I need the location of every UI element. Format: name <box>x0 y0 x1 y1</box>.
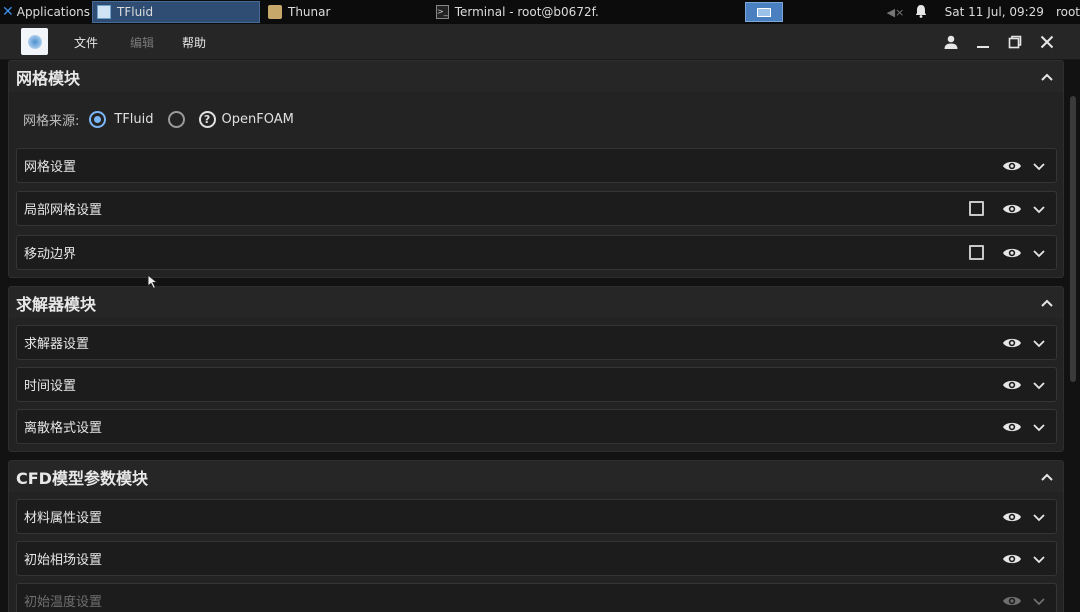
close-icon[interactable] <box>1038 33 1056 51</box>
user-account-icon[interactable] <box>942 33 960 51</box>
folder-icon <box>268 5 282 19</box>
solver-module-title: 求解器模块 <box>16 294 97 314</box>
mesh-settings-row[interactable]: 网格设置 <box>16 148 1057 183</box>
row-label: 局部网格设置 <box>24 203 103 218</box>
system-taskbar: ✕ Applications TFluid Thunar >_ Terminal… <box>0 0 1080 24</box>
chevron-down-icon[interactable] <box>1032 510 1046 524</box>
help-icon[interactable]: ? <box>198 110 216 128</box>
chevron-down-icon[interactable] <box>1032 378 1046 392</box>
solver-settings-row[interactable]: 求解器设置 <box>16 325 1057 360</box>
chevron-down-icon[interactable] <box>1032 159 1046 173</box>
row-label: 初始温度设置 <box>24 595 103 610</box>
taskbar-window-thunar[interactable]: Thunar <box>264 1 428 23</box>
main-content: 网格模块 网格来源: TFluid ? OpenFOAM 网格设置 局部网格设置 <box>0 60 1080 612</box>
vertical-scrollbar[interactable] <box>1070 96 1076 382</box>
clock[interactable]: Sat 11 Jul, 09:29 <box>945 5 1044 19</box>
time-settings-row[interactable]: 时间设置 <box>16 367 1057 402</box>
enable-checkbox[interactable] <box>969 201 984 216</box>
xfce-logo-icon: ✕ <box>2 4 14 20</box>
eye-icon[interactable] <box>1002 336 1022 350</box>
mesh-module-title: 网格模块 <box>16 68 81 88</box>
terminal-icon: >_ <box>436 5 449 19</box>
material-properties-row[interactable]: 材料属性设置 <box>16 499 1057 534</box>
row-label: 求解器设置 <box>24 337 90 352</box>
mouse-cursor-icon <box>147 274 159 290</box>
mesh-source-label: 网格来源: <box>23 113 80 129</box>
discretization-settings-row[interactable]: 离散格式设置 <box>16 409 1057 444</box>
menu-edit[interactable]: 编辑 <box>130 34 154 51</box>
menu-help[interactable]: 帮助 <box>182 34 206 51</box>
applications-label: Applications <box>16 5 91 19</box>
enable-checkbox[interactable] <box>969 245 984 260</box>
chevron-down-icon[interactable] <box>1032 246 1046 260</box>
chevron-down-icon[interactable] <box>1032 336 1046 350</box>
solver-module-header[interactable]: 求解器模块 <box>9 287 1063 318</box>
cfd-module-header[interactable]: CFD模型参数模块 <box>9 461 1063 492</box>
chevron-down-icon[interactable] <box>1032 202 1046 216</box>
initial-phase-field-row[interactable]: 初始相场设置 <box>16 541 1057 576</box>
cfd-module: CFD模型参数模块 材料属性设置 初始相场设置 初始温度设置 <box>8 460 1064 612</box>
app-icon <box>97 5 111 19</box>
taskbar-window-title: Thunar <box>288 5 331 19</box>
row-label: 材料属性设置 <box>24 511 103 526</box>
taskbar-window-tfluid[interactable]: TFluid <box>92 1 260 23</box>
row-label: 移动边界 <box>24 247 77 262</box>
chevron-up-icon[interactable] <box>1039 469 1055 485</box>
local-mesh-settings-row[interactable]: 局部网格设置 <box>16 191 1057 226</box>
radio-openfoam[interactable] <box>167 110 185 128</box>
radio-tfluid-label[interactable]: TFluid <box>114 112 153 127</box>
volume-icon[interactable]: ◀× <box>887 6 907 19</box>
eye-icon[interactable] <box>1002 594 1022 608</box>
chevron-down-icon[interactable] <box>1032 552 1046 566</box>
chevron-down-icon[interactable] <box>1032 594 1046 608</box>
notification-bell-icon[interactable] <box>915 4 929 21</box>
user-menu[interactable]: root <box>1056 5 1080 19</box>
workspace-icon <box>757 7 771 17</box>
row-label: 网格设置 <box>24 160 77 175</box>
taskbar-window-terminal[interactable]: >_ Terminal - root@b0672f... <box>432 1 600 23</box>
minimize-icon[interactable] <box>974 33 992 51</box>
tfluid-logo-icon <box>21 28 48 55</box>
app-titlebar: 文件 编辑 帮助 <box>0 24 1080 60</box>
taskbar-window-title: Terminal - root@b0672f... <box>454 5 600 19</box>
row-label: 离散格式设置 <box>24 421 103 436</box>
eye-icon[interactable] <box>1002 420 1022 434</box>
eye-icon[interactable] <box>1002 510 1022 524</box>
workspace-switcher[interactable] <box>745 2 783 22</box>
mesh-source-row: 网格来源: TFluid ? OpenFOAM <box>9 92 1063 146</box>
initial-temperature-row[interactable]: 初始温度设置 <box>16 583 1057 612</box>
radio-openfoam-label[interactable]: OpenFOAM <box>222 112 294 127</box>
restore-icon[interactable] <box>1006 33 1024 51</box>
mesh-module-header[interactable]: 网格模块 <box>9 61 1063 92</box>
mesh-module: 网格模块 网格来源: TFluid ? OpenFOAM 网格设置 局部网格设置 <box>8 60 1064 278</box>
chevron-down-icon[interactable] <box>1032 420 1046 434</box>
solver-module: 求解器模块 求解器设置 时间设置 离散格式设置 <box>8 286 1064 452</box>
chevron-up-icon[interactable] <box>1039 69 1055 85</box>
radio-tfluid[interactable] <box>89 110 107 128</box>
menu-bar: 文件 编辑 帮助 <box>74 24 238 60</box>
eye-icon[interactable] <box>1002 202 1022 216</box>
moving-boundary-row[interactable]: 移动边界 <box>16 235 1057 270</box>
chevron-up-icon[interactable] <box>1039 295 1055 311</box>
eye-icon[interactable] <box>1002 246 1022 260</box>
menu-file[interactable]: 文件 <box>74 34 98 51</box>
applications-menu[interactable]: ✕ Applications <box>0 4 92 20</box>
cfd-module-title: CFD模型参数模块 <box>16 468 148 488</box>
row-label: 初始相场设置 <box>24 553 103 568</box>
row-label: 时间设置 <box>24 379 77 394</box>
eye-icon[interactable] <box>1002 159 1022 173</box>
taskbar-window-title: TFluid <box>117 5 154 19</box>
eye-icon[interactable] <box>1002 552 1022 566</box>
eye-icon[interactable] <box>1002 378 1022 392</box>
